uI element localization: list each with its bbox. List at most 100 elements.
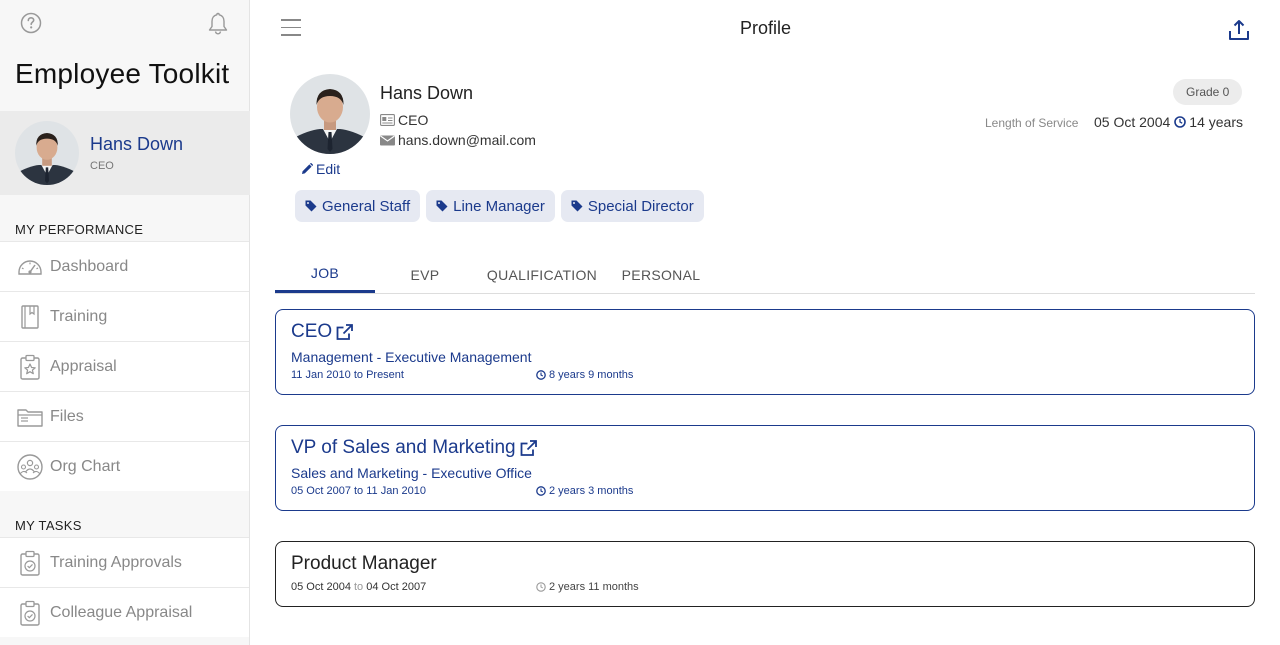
sidebar-item-label: Training xyxy=(50,307,108,325)
profile-tabs: JOB EVP QUALIFICATION PERSONAL xyxy=(275,256,1255,294)
tag-label: Line Manager xyxy=(453,197,545,215)
profile-role: CEO xyxy=(398,112,429,128)
sidebar-item-colleague-appraisal[interactable]: Colleague Appraisal xyxy=(0,587,249,637)
folder-icon xyxy=(16,403,44,431)
job-date-to-word: to xyxy=(354,485,364,497)
sidebar-item-label: Org Chart xyxy=(50,457,121,475)
grade-badge: Grade 0 xyxy=(1173,79,1243,105)
sidebar-user-name: Hans Down xyxy=(90,134,184,154)
sidebar-item-dashboard[interactable]: Dashboard xyxy=(0,241,249,291)
bell-icon[interactable] xyxy=(206,11,230,37)
job-title: Product Manager xyxy=(291,553,437,574)
sidebar-top-bar xyxy=(0,0,250,48)
sidebar: Employee Toolkit Hans Down CEO MY PERFOR… xyxy=(0,0,250,645)
edit-profile-link[interactable]: Edit xyxy=(301,161,340,177)
external-link-icon xyxy=(520,439,537,456)
sidebar-item-label: Colleague Appraisal xyxy=(50,603,193,621)
tab-evp[interactable]: EVP xyxy=(395,256,455,293)
app-title: Employee Toolkit xyxy=(15,58,230,89)
tab-job[interactable]: JOB xyxy=(275,256,375,293)
clock-icon xyxy=(536,370,546,380)
job-duration-text: 2 years 11 months xyxy=(549,581,639,593)
profile-avatar xyxy=(290,74,370,154)
clipboard-check-icon xyxy=(16,599,44,627)
sidebar-item-files[interactable]: Files xyxy=(0,391,249,441)
tag-label: General Staff xyxy=(322,197,411,215)
sidebar-item-org-chart[interactable]: Org Chart xyxy=(0,441,249,491)
role-tags: General Staff Line Manager Special Direc… xyxy=(295,190,704,222)
job-title-link[interactable]: CEO xyxy=(291,321,354,343)
tag-icon xyxy=(305,200,317,212)
sidebar-item-label: Appraisal xyxy=(50,357,117,375)
length-of-service-label: Length of Service xyxy=(985,116,1079,130)
sidebar-item-label: Training Approvals xyxy=(50,553,182,571)
job-card[interactable]: CEO Management - Executive Management 11… xyxy=(275,309,1255,395)
clock-icon xyxy=(1174,116,1187,128)
profile-name: Hans Down xyxy=(380,83,474,103)
main-content: Profile Hans Down CEO hans.down@mail.com… xyxy=(251,0,1280,645)
job-date-from: 11 Jan 2010 xyxy=(291,369,351,381)
job-department: Management - Executive Management xyxy=(291,349,532,365)
job-title: CEO xyxy=(291,321,333,342)
tag-special-director[interactable]: Special Director xyxy=(560,190,704,222)
tag-icon xyxy=(436,200,448,212)
job-title-link[interactable]: VP of Sales and Marketing xyxy=(291,437,537,459)
sidebar-item-training-approvals[interactable]: Training Approvals xyxy=(0,537,249,587)
job-date-until: Present xyxy=(366,369,404,381)
job-duration: 2 years 3 months xyxy=(536,485,633,497)
job-department: Sales and Marketing - Executive Office xyxy=(291,465,532,481)
section-my-performance: MY PERFORMANCE xyxy=(15,222,144,237)
job-date-until: 04 Oct 2007 xyxy=(366,581,427,593)
tag-line-manager[interactable]: Line Manager xyxy=(426,190,555,222)
job-date-from: 05 Oct 2007 xyxy=(291,485,351,497)
job-dates: 05 Oct 2004 to 04 Oct 2007 xyxy=(291,581,426,593)
job-card[interactable]: VP of Sales and Marketing Sales and Mark… xyxy=(275,425,1255,511)
job-title: VP of Sales and Marketing xyxy=(291,437,516,458)
id-card-icon xyxy=(380,114,395,126)
section-my-tasks: MY TASKS xyxy=(15,518,82,533)
job-duration: 8 years 9 months xyxy=(536,369,633,381)
job-dates: 11 Jan 2010 to Present xyxy=(291,369,404,381)
job-dates: 05 Oct 2007 to 11 Jan 2010 xyxy=(291,485,426,497)
profile-role-row: CEO xyxy=(380,112,428,128)
help-icon[interactable] xyxy=(20,12,42,34)
tab-qualification[interactable]: QUALIFICATION xyxy=(485,256,599,293)
tag-general-staff[interactable]: General Staff xyxy=(295,190,421,222)
job-date-from: 05 Oct 2004 xyxy=(291,581,351,593)
job-card: Product Manager 05 Oct 2004 to 04 Oct 20… xyxy=(275,541,1255,607)
external-link-icon xyxy=(336,323,354,340)
clock-icon xyxy=(536,582,546,592)
sidebar-user-card[interactable]: Hans Down CEO xyxy=(0,111,250,195)
clipboard-check-icon xyxy=(16,549,44,577)
job-duration: 2 years 11 months xyxy=(536,581,639,593)
length-of-service-value: 05 Oct 2004 14 years xyxy=(1094,114,1243,130)
clock-icon xyxy=(536,486,546,496)
job-duration-text: 2 years 3 months xyxy=(549,485,634,497)
service-years: 14 years xyxy=(1189,114,1243,130)
job-date-until: 11 Jan 2010 xyxy=(366,485,426,497)
sidebar-item-label: Files xyxy=(50,407,84,425)
job-duration-text: 8 years 9 months xyxy=(549,369,634,381)
job-date-to-word: to xyxy=(354,581,364,593)
sidebar-user-role: CEO xyxy=(90,160,114,172)
profile-email-row: hans.down@mail.com xyxy=(380,132,536,148)
sidebar-item-training[interactable]: Training xyxy=(0,291,249,341)
tab-personal[interactable]: PERSONAL xyxy=(619,256,703,293)
page-title: Profile xyxy=(739,18,792,38)
people-circle-icon xyxy=(16,453,44,481)
sidebar-item-appraisal[interactable]: Appraisal xyxy=(0,341,249,391)
job-title-static: Product Manager xyxy=(291,553,437,575)
profile-email[interactable]: hans.down@mail.com xyxy=(398,132,536,148)
share-icon[interactable] xyxy=(1227,18,1251,42)
edit-label: Edit xyxy=(316,161,341,177)
sidebar-item-label: Dashboard xyxy=(50,257,129,275)
book-icon xyxy=(16,303,44,331)
pencil-icon xyxy=(302,163,313,174)
avatar xyxy=(15,121,79,185)
service-start-date: 05 Oct 2004 xyxy=(1094,114,1171,130)
tag-icon xyxy=(571,200,583,212)
job-date-to-word: to xyxy=(353,369,363,381)
envelope-icon xyxy=(380,135,395,145)
tag-label: Special Director xyxy=(587,197,694,215)
speedometer-icon xyxy=(16,253,44,281)
